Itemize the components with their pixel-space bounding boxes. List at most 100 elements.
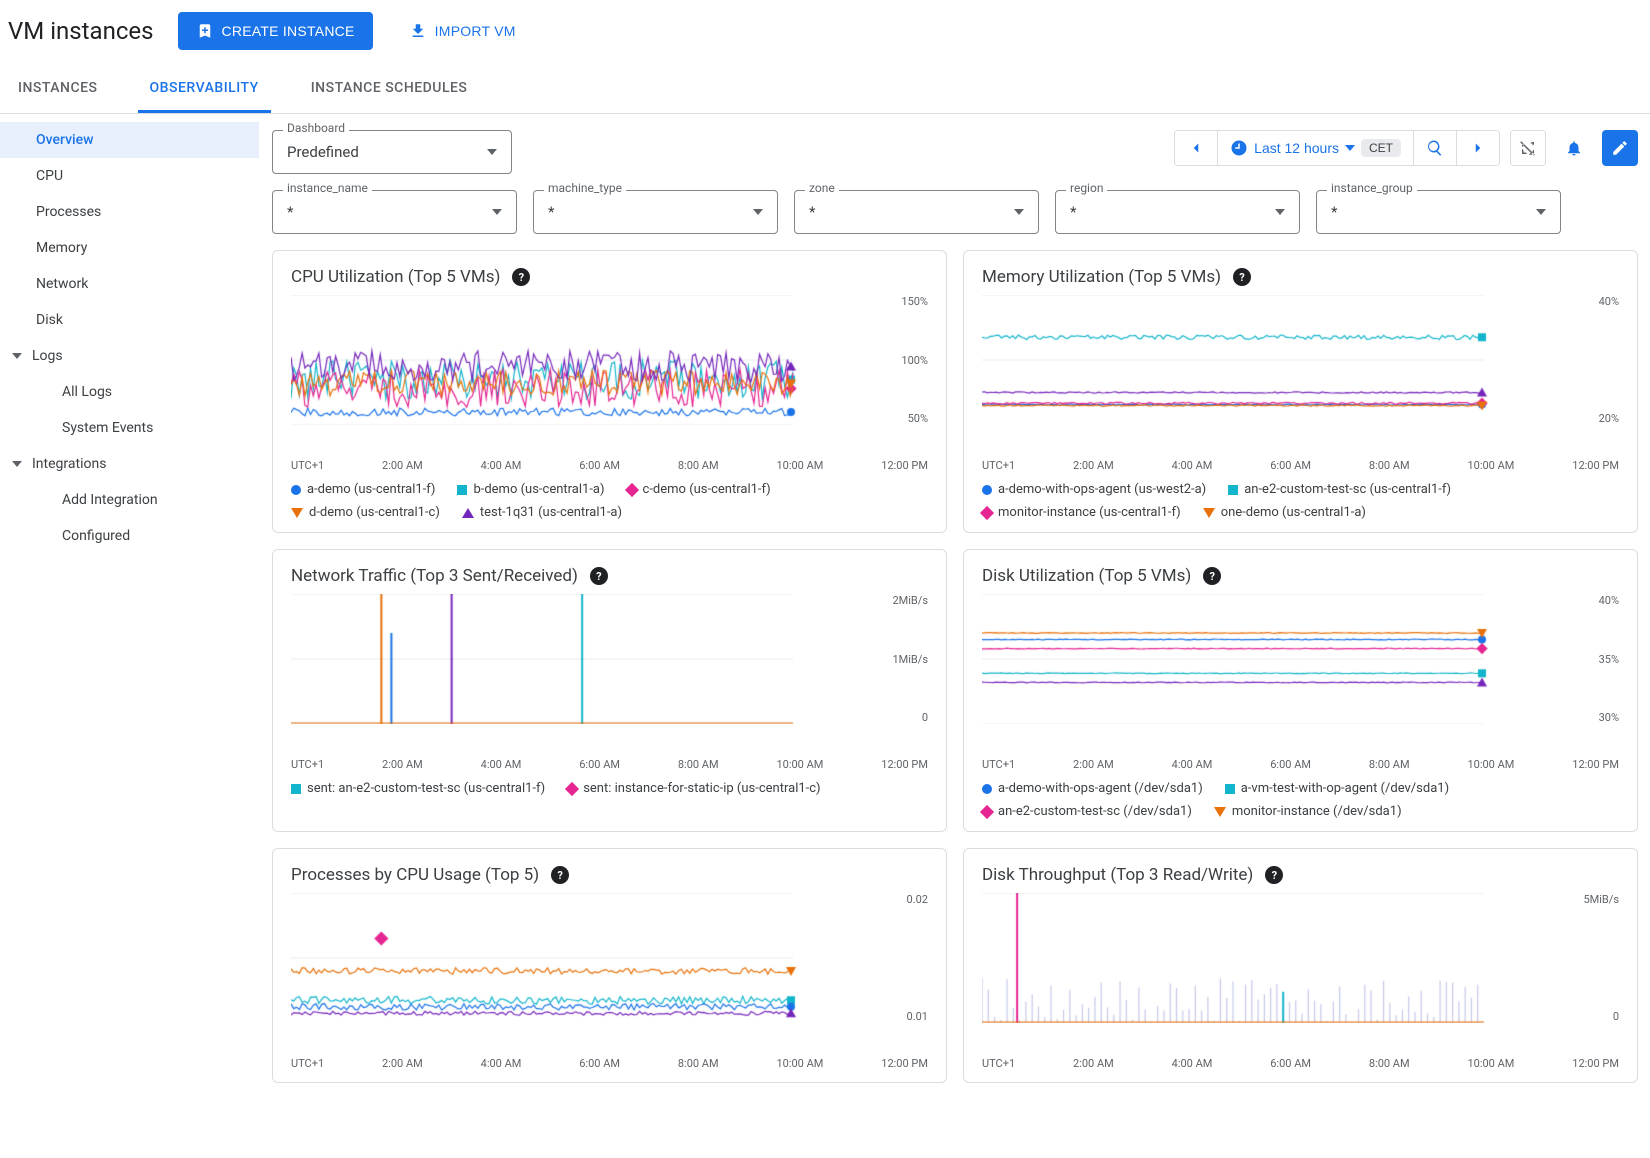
legend-item[interactable]: sent: an-e2-custom-test-sc (us-central1-… [291,781,545,796]
notifications-button[interactable] [1556,130,1592,166]
main-content: Dashboard Predefined Last 12 hours CET [260,114,1650,1107]
sidebar-item-system-events[interactable]: System Events [0,410,259,446]
sidebar-item-network[interactable]: Network [0,266,259,302]
edit-dashboard-button[interactable] [1602,130,1638,166]
sidebar-group-integrations[interactable]: Integrations [0,446,259,482]
chart-legend: a-demo-with-ops-agent (us-west2-a) an-e2-… [982,472,1619,520]
time-range-button[interactable]: Last 12 hours CET [1218,131,1414,165]
tabs-bar: INSTANCES OBSERVABILITY INSTANCE SCHEDULES [0,66,1650,114]
sidebar-item-all-logs[interactable]: All Logs [0,374,259,410]
tab-instances[interactable]: INSTANCES [6,66,110,113]
sidebar-item-add-integration[interactable]: Add Integration [0,482,259,518]
sidebar-item-configured[interactable]: Configured [0,518,259,554]
chart-mem: Memory Utilization (Top 5 VMs)?40%20%UTC… [963,250,1638,533]
caret-down-icon [487,149,497,155]
help-icon[interactable]: ? [1265,866,1283,884]
caret-down-icon [753,209,763,215]
import-icon [409,22,427,40]
caret-down-icon [1014,209,1024,215]
chart-thru: Disk Throughput (Top 3 Read/Write)?5MiB/… [963,848,1638,1083]
dashboard-value: Predefined [287,143,359,161]
caret-down-icon [1345,145,1355,151]
clock-icon [1230,139,1248,157]
chart-canvas[interactable] [982,594,1542,724]
help-icon[interactable]: ? [512,268,530,286]
filter-row: instance_name* machine_type* zone* region* i… [272,180,1638,244]
filter-machine_type[interactable]: machine_type* [533,190,778,234]
filter-zone[interactable]: zone* [794,190,1039,234]
time-range-label: Last 12 hours [1254,140,1339,156]
chart-canvas[interactable] [291,594,851,724]
chart-legend: a-demo (us-central1-f) b-demo (us-central… [291,472,928,520]
legend-item[interactable]: an-e2-custom-test-sc (us-central1-f) [1228,482,1451,497]
tab-observability[interactable]: OBSERVABILITY [138,66,271,113]
timezone-chip: CET [1361,139,1401,157]
chart-title-text: CPU Utilization (Top 5 VMs) [291,267,500,287]
sidebar-item-processes[interactable]: Processes [0,194,259,230]
chart-cpu: CPU Utilization (Top 5 VMs)?150%100%50%U… [272,250,947,533]
time-prev-button[interactable] [1175,131,1218,165]
sidebar-group-logs[interactable]: Logs [0,338,259,374]
legend-item[interactable]: test-1q31 (us-central1-a) [462,505,622,520]
filter-instance_group[interactable]: instance_group* [1316,190,1561,234]
chevron-right-icon [1469,139,1487,157]
chevron-down-icon [12,353,22,359]
chart-legend: a-demo-with-ops-agent (/dev/sda1) a-vm-te… [982,771,1619,819]
legend-item[interactable]: monitor-instance (/dev/sda1) [1214,804,1402,819]
pencil-icon [1611,139,1629,157]
legend-item[interactable]: an-e2-custom-test-sc (/dev/sda1) [982,804,1192,819]
chart-title-text: Network Traffic (Top 3 Sent/Received) [291,566,578,586]
chart-net: Network Traffic (Top 3 Sent/Received)?2M… [272,549,947,832]
create-instance-label: CREATE INSTANCE [222,23,355,39]
chart-disk: Disk Utilization (Top 5 VMs)?40%35%30%UT… [963,549,1638,832]
help-icon[interactable]: ? [1203,567,1221,585]
chart-proc: Processes by CPU Usage (Top 5)?0.020.01U… [272,848,947,1083]
time-next-button[interactable] [1457,131,1499,165]
refresh-off-icon [1519,139,1537,157]
chart-canvas[interactable] [982,295,1542,425]
sidebar-item-memory[interactable]: Memory [0,230,259,266]
sidebar-item-cpu[interactable]: CPU [0,158,259,194]
legend-item[interactable]: a-vm-test-with-op-agent (/dev/sda1) [1225,781,1449,796]
create-instance-button[interactable]: CREATE INSTANCE [178,12,373,50]
sidebar: OverviewCPUProcessesMemoryNetworkDiskLog… [0,114,260,1107]
legend-item[interactable]: d-demo (us-central1-c) [291,505,440,520]
filter-region[interactable]: region* [1055,190,1300,234]
filter-instance_name[interactable]: instance_name* [272,190,517,234]
bell-icon [1565,139,1583,157]
dashboard-label: Dashboard [283,121,349,135]
caret-down-icon [1536,209,1546,215]
legend-item[interactable]: b-demo (us-central1-a) [457,482,604,497]
chart-legend: sent: an-e2-custom-test-sc (us-central1-… [291,771,928,796]
chart-canvas[interactable] [291,893,851,1023]
time-search-button[interactable] [1414,131,1457,165]
legend-item[interactable]: a-demo-with-ops-agent (us-west2-a) [982,482,1206,497]
chart-title-text: Memory Utilization (Top 5 VMs) [982,267,1221,287]
import-vm-button[interactable]: IMPORT VM [397,12,528,50]
page-title: VM instances [8,17,154,45]
legend-item[interactable]: c-demo (us-central1-f) [627,482,771,497]
help-icon[interactable]: ? [1233,268,1251,286]
sidebar-item-overview[interactable]: Overview [0,122,259,158]
charts-grid: CPU Utilization (Top 5 VMs)?150%100%50%U… [272,244,1638,1083]
chart-canvas[interactable] [982,893,1542,1023]
legend-item[interactable]: a-demo-with-ops-agent (/dev/sda1) [982,781,1203,796]
caret-down-icon [1275,209,1285,215]
tab-instance-schedules[interactable]: INSTANCE SCHEDULES [299,66,480,113]
auto-refresh-off-button[interactable] [1510,130,1546,166]
caret-down-icon [492,209,502,215]
legend-item[interactable]: one-demo (us-central1-a) [1203,505,1366,520]
search-icon [1426,139,1444,157]
legend-item[interactable]: monitor-instance (us-central1-f) [982,505,1181,520]
import-vm-label: IMPORT VM [435,23,516,39]
help-icon[interactable]: ? [590,567,608,585]
chevron-left-icon [1187,139,1205,157]
legend-item[interactable]: a-demo (us-central1-f) [291,482,435,497]
chevron-down-icon [12,461,22,467]
legend-item[interactable]: sent: instance-for-static-ip (us-central… [567,781,820,796]
chart-canvas[interactable] [291,295,851,425]
dashboard-select[interactable]: Dashboard Predefined [272,130,512,174]
sidebar-item-disk[interactable]: Disk [0,302,259,338]
chart-title-text: Processes by CPU Usage (Top 5) [291,865,539,885]
help-icon[interactable]: ? [551,866,569,884]
